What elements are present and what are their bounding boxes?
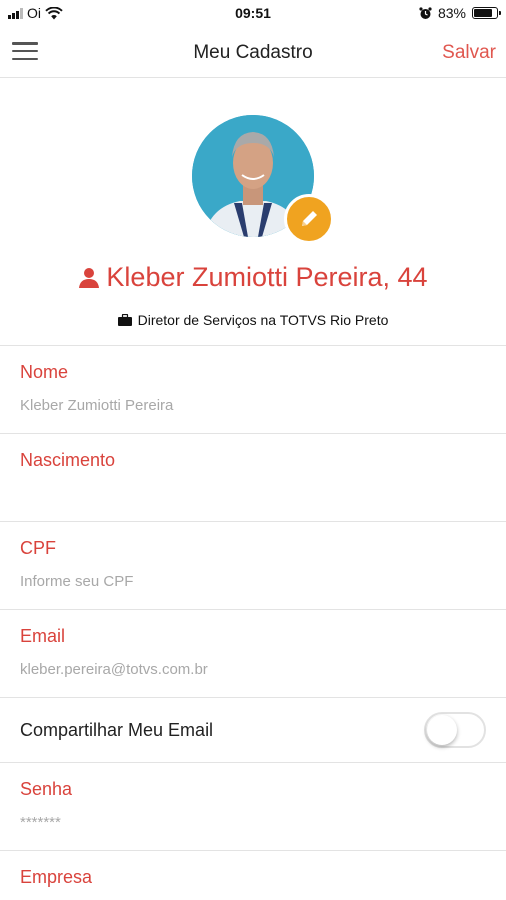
field-nome[interactable]: Nome Kleber Zumiotti Pereira	[0, 346, 506, 434]
battery-fill	[474, 9, 493, 17]
nome-input[interactable]: Kleber Zumiotti Pereira	[20, 397, 173, 414]
share-email-label: Compartilhar Meu Email	[20, 720, 214, 740]
user-icon	[79, 267, 100, 288]
profile-name-text: Kleber Zumiotti Pereira, 44	[106, 262, 428, 292]
battery-icon	[472, 7, 501, 19]
field-empresa[interactable]: Empresa	[0, 851, 506, 900]
profile-job-text: Diretor de Serviços na TOTVS Rio Preto	[137, 312, 389, 328]
field-label: CPF	[20, 538, 56, 558]
field-cpf[interactable]: CPF Informe seu CPF	[0, 522, 506, 610]
field-label: Email	[20, 626, 66, 646]
field-label: Senha	[20, 779, 73, 799]
status-right: 83%	[419, 5, 501, 21]
field-label: Nascimento	[20, 450, 116, 470]
field-email[interactable]: Email kleber.pereira@totvs.com.br	[0, 610, 506, 698]
toggle-knob	[427, 715, 457, 745]
profile-header: Kleber Zumiotti Pereira, 44 Diretor de S…	[0, 78, 506, 346]
briefcase-icon	[117, 314, 132, 326]
profile-name: Kleber Zumiotti Pereira, 44	[0, 262, 506, 293]
battery-percent: 83%	[437, 5, 466, 21]
cpf-input[interactable]: Informe seu CPF	[20, 573, 133, 590]
share-email-row: Compartilhar Meu Email	[0, 698, 506, 763]
edit-photo-button[interactable]	[284, 194, 334, 244]
senha-input[interactable]: *******	[20, 814, 61, 831]
page-title: Meu Cadastro	[193, 42, 313, 63]
field-label: Nome	[20, 362, 69, 382]
nav-bar: Meu Cadastro Salvar	[0, 28, 506, 78]
save-button[interactable]: Salvar	[442, 42, 496, 64]
status-bar: Oi 09:51 83%	[0, 0, 506, 28]
field-label: Empresa	[20, 867, 93, 887]
field-senha[interactable]: Senha *******	[0, 763, 506, 851]
email-input[interactable]: kleber.pereira@totvs.com.br	[20, 661, 208, 678]
pencil-icon	[302, 211, 317, 226]
field-nascimento[interactable]: Nascimento	[0, 434, 506, 522]
alarm-icon	[419, 6, 432, 19]
share-email-toggle[interactable]	[424, 712, 486, 748]
profile-job: Diretor de Serviços na TOTVS Rio Preto	[0, 312, 506, 328]
